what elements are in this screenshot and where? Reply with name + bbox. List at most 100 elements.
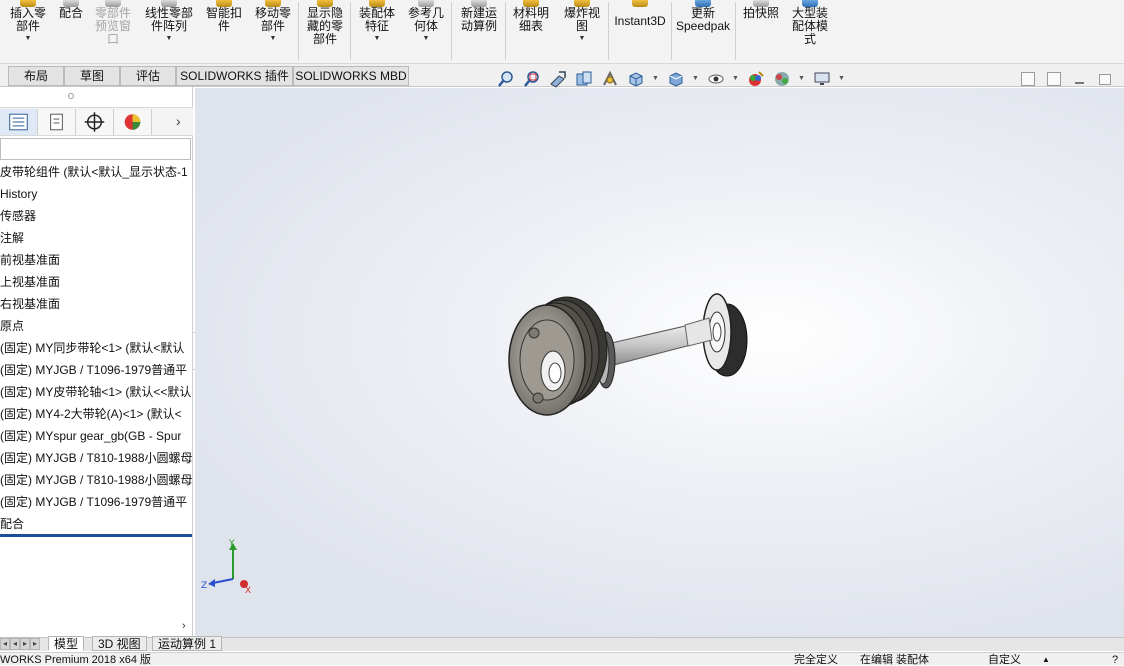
scroll-right-icon[interactable]: ›: [182, 620, 186, 632]
update-speedpak-button[interactable]: 更新 Speedpak: [674, 0, 732, 33]
move-component-button[interactable]: 移动零 部件 ▼: [249, 0, 297, 43]
triad-x-label: X: [245, 586, 251, 596]
ribbon-separator: [350, 2, 351, 60]
tab-solidworks-mbd[interactable]: SOLIDWORKS MBD: [293, 66, 409, 86]
instant3d-button[interactable]: Instant3D: [612, 0, 668, 28]
edit-appearance-icon[interactable]: [747, 70, 765, 88]
chevron-down-icon[interactable]: ▼: [249, 35, 297, 43]
ribbon-separator: [608, 2, 609, 60]
chevron-down-icon[interactable]: ▼: [838, 75, 845, 82]
minimize-icon[interactable]: [1075, 82, 1084, 84]
instant3d-label: Instant3D: [614, 14, 666, 28]
new-motion-study-button[interactable]: 新建运 动算例: [455, 0, 503, 33]
tile-right-icon[interactable]: [1047, 72, 1061, 86]
tree-item-mates[interactable]: 配合: [0, 514, 193, 534]
feature-tree-tab-icon[interactable]: [0, 109, 38, 135]
tree-item-history[interactable]: History: [0, 184, 193, 204]
chevron-down-icon[interactable]: ▼: [558, 35, 606, 43]
tree-item-top-plane[interactable]: 上视基准面: [0, 272, 193, 292]
bill-of-materials-button[interactable]: 材料明 细表: [508, 0, 554, 33]
chevron-down-icon[interactable]: ▼: [4, 35, 52, 43]
tree-item-component[interactable]: (固定) MYspur gear_gb(GB - Spur: [0, 426, 193, 446]
ribbon-separator: [735, 2, 736, 60]
chevron-down-icon[interactable]: ▼: [652, 75, 659, 82]
first-tab-icon[interactable]: ◂: [0, 638, 10, 650]
take-snapshot-button[interactable]: 拍快照: [738, 0, 784, 20]
panel-grip-icon[interactable]: [68, 93, 74, 99]
configuration-manager-tab-icon[interactable]: [76, 109, 114, 135]
tree-item-front-plane[interactable]: 前视基准面: [0, 250, 193, 270]
status-units[interactable]: 自定义: [988, 654, 1021, 666]
view-settings-icon[interactable]: [813, 70, 831, 88]
reference-geometry-button[interactable]: 参考几 何体 ▼: [403, 0, 449, 43]
restore-icon[interactable]: [1099, 74, 1111, 85]
show-hidden-components-button[interactable]: 显示隐 藏的零 部件: [302, 0, 348, 46]
chevron-down-icon[interactable]: ▼: [403, 35, 449, 43]
hide-show-icon[interactable]: [707, 70, 725, 88]
chevron-down-icon[interactable]: ▼: [354, 35, 400, 43]
insert-components-button[interactable]: 插入零 部件 ▼: [4, 0, 52, 43]
ribbon-separator: [451, 2, 452, 60]
chevron-right-icon[interactable]: ›: [176, 113, 181, 129]
tab-sketch[interactable]: 草图: [64, 66, 120, 86]
zoom-area-icon[interactable]: [523, 70, 541, 88]
tab-solidworks-addins[interactable]: SOLIDWORKS 插件: [176, 66, 293, 86]
tree-item-sensors[interactable]: 传感器: [0, 206, 193, 226]
linear-component-pattern-button[interactable]: 线性零部 件阵列 ▼: [139, 0, 199, 43]
next-tab-icon[interactable]: ▸: [20, 638, 30, 650]
help-icon[interactable]: ?: [1112, 654, 1118, 666]
chevron-up-icon[interactable]: ▲: [1042, 654, 1050, 666]
property-manager-tab-icon[interactable]: [38, 109, 76, 135]
graphics-area[interactable]: Y Z X: [195, 88, 1124, 637]
component-preview-window-button[interactable]: 零部件 预览窗 口: [90, 0, 136, 46]
last-tab-icon[interactable]: ▸: [30, 638, 40, 650]
dynamic-annotation-icon[interactable]: [601, 70, 619, 88]
tree-filter-input[interactable]: [0, 138, 191, 160]
tab-motion-study-1[interactable]: 运动算例 1: [152, 636, 223, 651]
display-style-icon[interactable]: [667, 70, 685, 88]
tree-item-right-plane[interactable]: 右视基准面: [0, 294, 193, 314]
tree-item-component[interactable]: (固定) MY皮带轮轴<1> (默认<<默认: [0, 382, 193, 402]
ribbon-separator: [298, 2, 299, 60]
prev-tab-icon[interactable]: ◂: [10, 638, 20, 650]
large-assembly-mode-button[interactable]: 大型装 配体模 式: [786, 0, 834, 46]
triad-z-label: Z: [201, 581, 207, 591]
reference-triad: Y Z X: [201, 539, 251, 596]
tab-evaluate[interactable]: 评估: [120, 66, 176, 86]
reference-geometry-label: 参考几 何体: [407, 6, 444, 33]
update-speedpak-label: 更新 Speedpak: [675, 6, 731, 33]
tree-item-component[interactable]: (固定) MY同步带轮<1> (默认<默认: [0, 338, 193, 358]
apply-scene-icon[interactable]: [773, 70, 791, 88]
chevron-down-icon[interactable]: ▼: [732, 75, 739, 82]
ribbon-separator: [505, 2, 506, 60]
tile-left-icon[interactable]: [1021, 72, 1035, 86]
tab-layout[interactable]: 布局: [8, 66, 64, 86]
tab-3d-views[interactable]: 3D 视图: [92, 636, 147, 651]
tree-item-component[interactable]: (固定) MYJGB / T810-1988小圆螺母: [0, 448, 193, 468]
previous-view-icon[interactable]: [549, 70, 567, 88]
assembly-features-button[interactable]: 装配体 特征 ▼: [354, 0, 400, 43]
assembly-model-view: [508, 293, 748, 416]
mate-button[interactable]: 配合: [54, 0, 88, 20]
tree-item-component[interactable]: (固定) MY4-2大带轮(A)<1> (默认<: [0, 404, 193, 424]
command-manager-ribbon: 插入零 部件 ▼ 配合 零部件 预览窗 口 线性零部 件阵列 ▼ 智能扣 件 移…: [0, 0, 1124, 64]
tree-item-component[interactable]: (固定) MYJGB / T1096-1979普通平: [0, 492, 193, 512]
tab-model[interactable]: 模型: [48, 636, 85, 651]
chevron-down-icon[interactable]: ▼: [139, 35, 199, 43]
exploded-view-button[interactable]: 爆炸视 图 ▼: [558, 0, 606, 43]
zoom-to-fit-icon[interactable]: [497, 70, 515, 88]
tree-item-component[interactable]: (固定) MYJGB / T810-1988小圆螺母: [0, 470, 193, 490]
tree-item-origin[interactable]: 原点: [0, 316, 193, 336]
section-view-icon[interactable]: [575, 70, 593, 88]
status-bar: [0, 652, 1124, 665]
chevron-down-icon[interactable]: ▼: [798, 75, 805, 82]
view-orientation-icon[interactable]: [627, 70, 645, 88]
tree-end-marker[interactable]: [0, 534, 192, 537]
tree-item-component[interactable]: (固定) MYJGB / T1096-1979普通平: [0, 360, 193, 380]
component-preview-label: 零部件 预览窗 口: [94, 6, 131, 46]
chevron-down-icon[interactable]: ▼: [692, 75, 699, 82]
smart-fasteners-button[interactable]: 智能扣 件: [201, 0, 247, 33]
display-manager-tab-icon[interactable]: [114, 109, 152, 135]
tree-item-annotations[interactable]: 注解: [0, 228, 193, 248]
tree-item-assembly-root[interactable]: 皮带轮组件 (默认<默认_显示状态-1: [0, 162, 193, 182]
